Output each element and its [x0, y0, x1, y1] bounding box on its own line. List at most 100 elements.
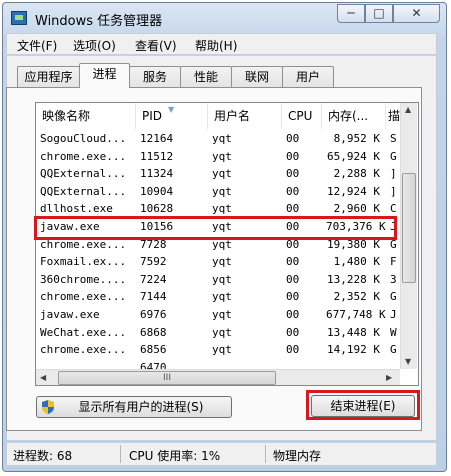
menu-view[interactable]: 查看(V): [135, 37, 177, 54]
status-divider: [265, 445, 266, 463]
cell-cpu: 00: [286, 272, 300, 286]
process-list[interactable]: 映像名称 PID ▼ 用户名 CPU 内存(... 描 SogouCloud..…: [35, 102, 419, 386]
column-cpu[interactable]: CPU: [282, 103, 322, 129]
process-row[interactable]: 360chrome.... 7224 yqt 00 13,228 K 3: [36, 271, 402, 289]
cell-desc: 3: [390, 272, 397, 286]
cell-pid: 7224: [140, 272, 167, 286]
cell-pid: 7144: [140, 290, 167, 304]
cell-mem: 2,288 K: [333, 167, 380, 181]
column-image-name[interactable]: 映像名称: [36, 103, 136, 129]
cell-name: chrome.exe...: [40, 343, 127, 357]
sort-arrow-icon: ▼: [168, 105, 175, 114]
show-all-users-label: 显示所有用户的进程(S): [78, 400, 204, 414]
show-all-users-button[interactable]: 显示所有用户的进程(S): [36, 396, 232, 418]
cell-user: yqt: [212, 308, 232, 321]
cell-pid: 12164: [140, 132, 174, 145]
process-row[interactable]: SogouCloud... 12164 yqt 00 8,952 K S: [36, 130, 402, 148]
cell-mem: 1,480 K: [333, 255, 380, 269]
menu-bar: 文件(F) 选项(O) 查看(V) 帮助(H): [6, 33, 437, 55]
task-manager-icon: [11, 11, 27, 25]
cell-desc: G: [390, 290, 397, 304]
cell-pid: 10904: [140, 184, 174, 198]
cell-desc: W: [390, 325, 397, 339]
column-user[interactable]: 用户名: [208, 103, 282, 129]
cell-name: Foxmail.ex...: [40, 255, 127, 269]
process-row[interactable]: WeChat.exe... 6868 yqt 00 13,448 K W: [36, 324, 402, 342]
vertical-scrollbar[interactable]: ▲ ▼: [400, 103, 417, 369]
cell-mem: 8,952 K: [333, 132, 380, 145]
cell-desc: G: [390, 343, 397, 357]
process-row[interactable]: QQExternal... 11324 yqt 00 2,288 K]: [36, 165, 402, 183]
cell-user: yqt: [212, 272, 232, 286]
close-button[interactable]: ✕: [393, 4, 440, 23]
cell-user: yqt: [212, 184, 232, 198]
cell-mem: 13,228 K: [327, 272, 380, 286]
cell-cpu: 00: [286, 167, 300, 181]
process-row[interactable]: chrome.exe... 6856 yqt 00 14,192 K G: [36, 341, 402, 359]
cell-mem: 13,448 K: [327, 325, 380, 339]
cell-mem: 677,748 K: [326, 308, 386, 321]
end-process-highlight: [306, 390, 420, 420]
cell-pid: 11512: [140, 149, 174, 163]
status-divider: [120, 445, 121, 463]
cell-mem: 12,924 K: [327, 184, 380, 198]
menu-file[interactable]: 文件(F): [17, 37, 57, 54]
process-row[interactable]: chrome.exe... 11512 yqt 00 65,924 K G: [36, 148, 402, 166]
process-row[interactable]: chrome.exe... 7144 yqt 00 2,352 K G: [36, 288, 402, 306]
cell-pid: 6868: [140, 325, 167, 339]
tab-performance[interactable]: 性能: [180, 66, 232, 88]
tab-applications[interactable]: 应用程序: [17, 66, 80, 88]
cell-cpu: 00: [286, 149, 300, 163]
vertical-scroll-thumb[interactable]: [402, 173, 416, 283]
cell-user: yqt: [212, 343, 232, 357]
cell-user: yqt: [212, 167, 232, 181]
tab-networking[interactable]: 联网: [231, 66, 283, 88]
cell-user: yqt: [212, 325, 232, 339]
cell-name: SogouCloud...: [40, 132, 127, 145]
maximize-button[interactable]: □: [365, 4, 393, 23]
horizontal-scrollbar[interactable]: ◀ III ▶: [36, 369, 400, 385]
cell-pid: 6976: [140, 308, 167, 321]
cell-desc: J: [390, 308, 397, 321]
cell-pid: 6856: [140, 343, 167, 357]
scroll-up-icon[interactable]: ▲: [405, 105, 411, 114]
cell-user: yqt: [212, 290, 232, 304]
process-row[interactable]: Foxmail.ex... 7592 yqt 00 1,480 K F: [36, 253, 402, 271]
tab-services[interactable]: 服务: [129, 66, 181, 88]
menu-help[interactable]: 帮助(H): [195, 37, 237, 54]
tab-users[interactable]: 用户: [282, 66, 334, 88]
cell-desc: S: [390, 132, 397, 145]
cell-user: yqt: [212, 132, 232, 145]
cell-desc: ]: [390, 167, 397, 181]
cell-pid: 11324: [140, 167, 174, 181]
window-title: Windows 任务管理器: [35, 14, 163, 29]
column-memory[interactable]: 内存(...: [322, 103, 386, 129]
cell-cpu: 00: [286, 132, 300, 145]
cell-name: WeChat.exe...: [40, 325, 127, 339]
cell-name: javaw.exe: [40, 308, 100, 321]
scroll-right-icon[interactable]: ▶: [386, 373, 392, 382]
cell-cpu: 00: [286, 290, 300, 304]
tab-processes[interactable]: 进程: [79, 63, 130, 88]
cell-name: QQExternal...: [40, 167, 127, 181]
menu-options[interactable]: 选项(O): [73, 37, 116, 54]
list-header: 映像名称 PID ▼ 用户名 CPU 内存(... 描: [36, 103, 418, 129]
process-row[interactable]: QQExternal... 10904 yqt 00 12,924 K]: [36, 183, 402, 201]
cell-cpu: 00: [286, 325, 300, 339]
cell-name: QQExternal...: [40, 184, 127, 198]
scroll-down-icon[interactable]: ▼: [405, 357, 411, 366]
cell-mem: 14,192 K: [327, 343, 380, 357]
cell-mem: 65,924 K: [327, 149, 380, 163]
cell-name: chrome.exe...: [40, 149, 127, 163]
status-process-count: 进程数: 68: [13, 449, 73, 463]
horizontal-scroll-thumb[interactable]: III: [58, 371, 276, 385]
scroll-left-icon[interactable]: ◀: [40, 373, 46, 382]
cell-desc: G: [390, 149, 397, 163]
title-bar[interactable]: Windows 任务管理器 ─ □ ✕: [3, 3, 446, 33]
cell-desc: F: [390, 255, 397, 269]
uac-shield-icon: [42, 400, 54, 414]
cell-desc: ]: [390, 184, 397, 198]
cell-name: chrome.exe...: [40, 290, 127, 304]
process-row[interactable]: javaw.exe 6976 yqt 00 677,748 K J: [36, 306, 402, 324]
minimize-button[interactable]: ─: [337, 4, 365, 23]
